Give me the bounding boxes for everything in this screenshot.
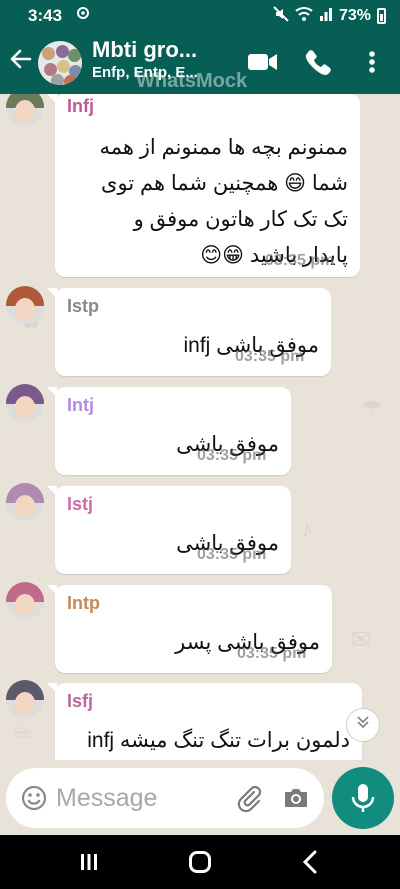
message-sender: Intj — [67, 395, 94, 415]
sender-avatar[interactable] — [6, 483, 44, 521]
video-call-button[interactable] — [246, 46, 280, 78]
message-sender: Infj — [67, 96, 94, 116]
video-camera-icon — [248, 54, 277, 70]
home-button[interactable] — [189, 851, 211, 873]
chevron-left-icon — [302, 850, 317, 874]
camera-icon — [285, 789, 307, 807]
paperclip-icon — [237, 785, 262, 813]
group-avatar[interactable] — [38, 41, 82, 85]
message-sender: Istp — [67, 296, 100, 316]
message-text: دلمون برات تنگ تنگ میشه infj — [87, 729, 350, 752]
message-sender: Intp — [67, 593, 100, 613]
message-time: 03:35 pm — [237, 645, 307, 662]
attach-button[interactable] — [234, 784, 264, 814]
message-sender: Istj — [67, 494, 94, 514]
recents-icon — [81, 854, 97, 870]
camera-button[interactable] — [282, 785, 310, 811]
message-bubble[interactable]: Intp موفق باشی پسر 03:35 pm — [47, 585, 332, 673]
message-bubble[interactable]: Intj موفق باشی 03:35 pm — [47, 387, 291, 475]
battery-icon — [377, 8, 386, 24]
kebab-menu-icon — [369, 51, 375, 73]
message-list[interactable]: ✿ ☂ ♪ ✉ ☕ Infj ممنونم بچه ها ممنونم از ه… — [0, 94, 400, 835]
back-button[interactable] — [6, 46, 36, 78]
wifi-icon — [295, 6, 313, 26]
message-bubble[interactable]: Istp موفق باشی infj 03:35 pm — [47, 288, 331, 376]
double-chevron-down-icon — [357, 716, 369, 729]
signal-icon — [319, 6, 333, 26]
emoji-button[interactable] — [20, 784, 48, 812]
message-bubble[interactable]: Istj موفق باشی 03:35 pm — [47, 486, 291, 574]
mute-icon — [273, 6, 289, 26]
chat-header: Mbti gro... Enfp, Entp, E... WhatsMock — [0, 32, 400, 94]
wallpaper-doodle: ♪ — [300, 514, 313, 544]
battery-percent: 73% — [338, 7, 371, 24]
sender-avatar[interactable] — [6, 384, 44, 422]
message-input[interactable] — [56, 780, 226, 816]
wallpaper-doodle: ☂ — [360, 394, 384, 424]
system-back-button[interactable] — [300, 850, 320, 874]
more-options-button[interactable] — [360, 46, 384, 78]
message-bubble[interactable]: Infj ممنونم بچه ها ممنونم از همه شما 😄 ه… — [47, 94, 360, 277]
voice-call-button[interactable] — [302, 46, 332, 78]
message-line: تک تک کار هاتون موفق و — [133, 208, 348, 231]
message-line: ممنونم بچه ها ممنونم از همه — [99, 136, 348, 159]
sender-avatar[interactable] — [6, 94, 44, 126]
notification-icon — [76, 6, 90, 24]
smiley-icon — [21, 785, 47, 811]
sender-avatar[interactable] — [6, 680, 44, 718]
message-line: شما 😄 همچنین شما هم توی — [101, 172, 348, 195]
status-icons: 73% — [273, 6, 386, 26]
wallpaper-doodle: ✉ — [350, 624, 372, 654]
sender-avatar[interactable] — [6, 582, 44, 620]
watermark: WhatsMock — [136, 70, 248, 92]
status-bar: 3:43 73% — [0, 0, 400, 32]
sender-avatar[interactable] — [6, 286, 44, 324]
back-arrow-icon — [10, 49, 32, 69]
composer — [6, 768, 324, 828]
message-time: 03:35 pm — [197, 546, 267, 563]
phone-icon — [305, 50, 331, 75]
message-time: 03:35 pm — [265, 252, 335, 269]
message-time: 03:35 pm — [197, 447, 267, 464]
voice-message-button[interactable] — [332, 767, 394, 829]
wallpaper-doodle: ☕ — [10, 714, 34, 744]
system-nav-bar — [0, 835, 400, 889]
status-time: 3:43 — [28, 6, 63, 25]
scroll-to-bottom-button[interactable] — [346, 708, 380, 742]
microphone-icon — [351, 784, 375, 812]
message-sender: Isfj — [67, 691, 94, 711]
chat-title: Mbti gro... — [92, 37, 198, 62]
message-time: 03:35 pm — [235, 348, 305, 365]
recent-apps-button[interactable] — [80, 853, 98, 871]
